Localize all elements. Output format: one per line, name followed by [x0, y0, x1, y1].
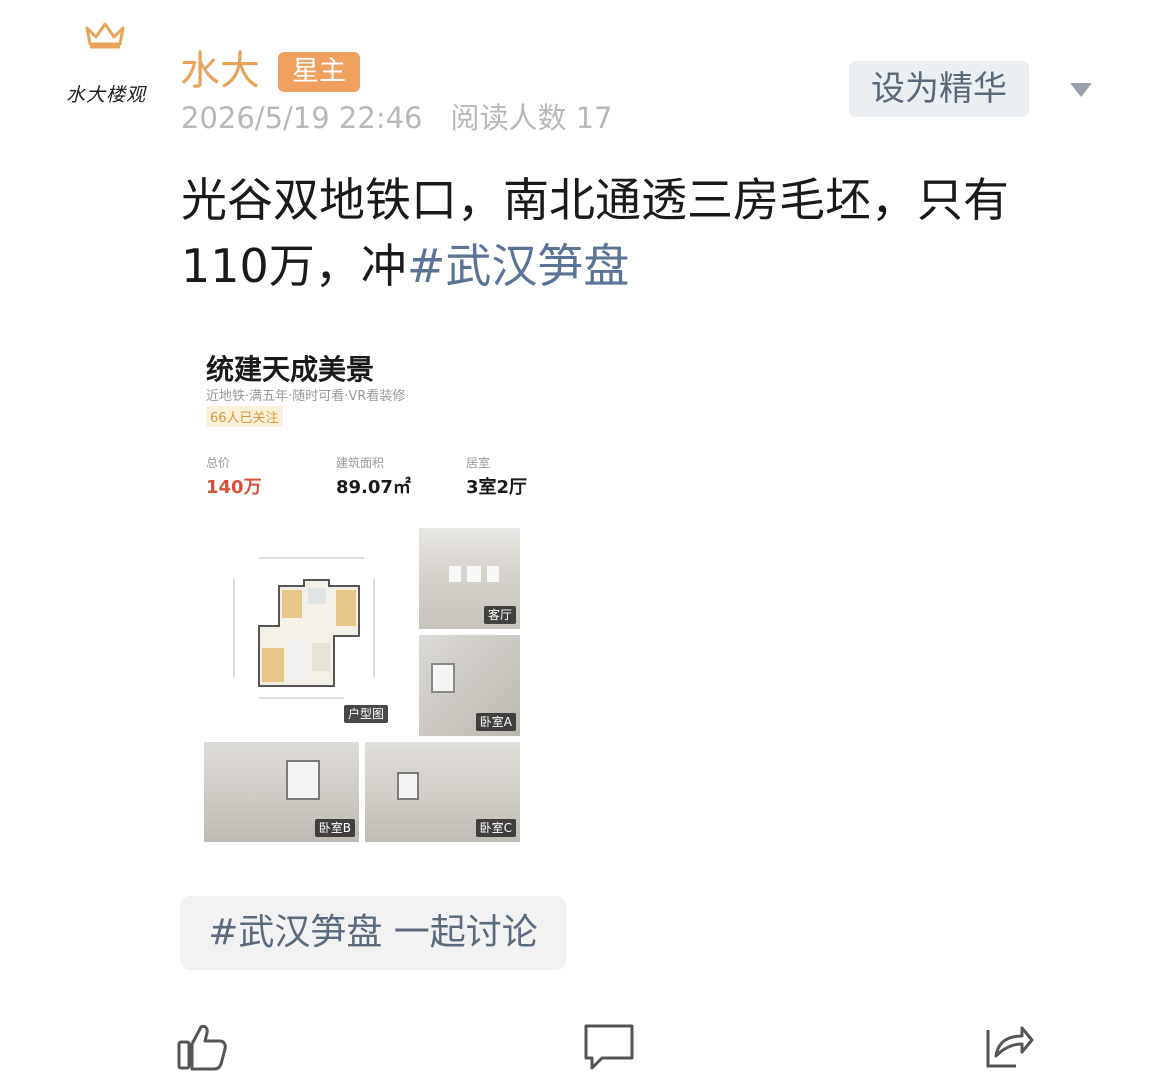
bedroom-b-photo[interactable]: 卧室B: [204, 742, 359, 842]
chevron-down-icon[interactable]: [1068, 80, 1094, 100]
stat-value: 3室2厅: [466, 477, 528, 498]
stat-area: 建筑面积 89.07㎡: [336, 454, 411, 499]
photo-caption: 卧室B: [314, 819, 355, 837]
owner-badge: 星主: [278, 52, 360, 92]
comment-icon[interactable]: [582, 1022, 636, 1076]
floorplan-photo[interactable]: 户型图: [204, 528, 392, 728]
stat-price: 总价 140万: [206, 454, 262, 499]
share-icon[interactable]: [982, 1022, 1036, 1076]
living-room-photo[interactable]: 客厅: [419, 528, 520, 629]
listing-followers: 66人已关注: [206, 406, 283, 427]
window-shape: [467, 566, 481, 582]
photo-caption: 卧室C: [475, 819, 516, 837]
stat-label: 总价: [206, 456, 231, 470]
stat-label: 居室: [466, 456, 491, 470]
floorplan-drawing: [233, 557, 375, 699]
photo-caption: 客厅: [483, 606, 516, 624]
post-date: 2026/5/19 22:46: [181, 101, 423, 135]
bedroom-a-photo[interactable]: 卧室A: [419, 635, 520, 736]
window-shape: [286, 760, 320, 800]
listing-image[interactable]: 统建天成美景 近地铁·满五年·随时可看·VR看装修 66人已关注 总价 140万…: [180, 322, 540, 872]
listing-title: 统建天成美景: [206, 353, 375, 386]
post-hashtag[interactable]: #武汉笋盘: [407, 239, 630, 293]
topic-discussion-chip[interactable]: #武汉笋盘 一起讨论: [180, 896, 566, 970]
author-name[interactable]: 水大: [180, 45, 260, 97]
post-meta: 2026/5/19 22:46 阅读人数 17: [181, 98, 613, 138]
listing-tags: 近地铁·满五年·随时可看·VR看装修: [206, 389, 406, 404]
stat-rooms: 居室 3室2厅: [466, 454, 527, 499]
window-shape: [487, 566, 499, 582]
avatar-text: 水大楼观: [65, 84, 146, 106]
set-essence-button[interactable]: 设为精华: [849, 61, 1029, 117]
photo-caption: 户型图: [343, 705, 388, 723]
crown-icon: [85, 22, 125, 49]
photo-caption: 卧室A: [475, 713, 516, 731]
stat-value: 140万: [206, 477, 262, 498]
read-count: 阅读人数 17: [450, 101, 613, 135]
window-shape: [449, 566, 461, 582]
stat-value: 89.07㎡: [336, 477, 411, 498]
avatar[interactable]: 水大楼观: [50, 20, 162, 110]
like-icon[interactable]: [176, 1022, 228, 1076]
bedroom-c-photo[interactable]: 卧室C: [365, 742, 520, 842]
window-shape: [397, 772, 419, 800]
post-text: 光谷双地铁口，南北通透三房毛坯，只有110万，冲#武汉笋盘: [181, 167, 1081, 299]
stat-label: 建筑面积: [336, 456, 385, 470]
window-shape: [431, 663, 455, 693]
